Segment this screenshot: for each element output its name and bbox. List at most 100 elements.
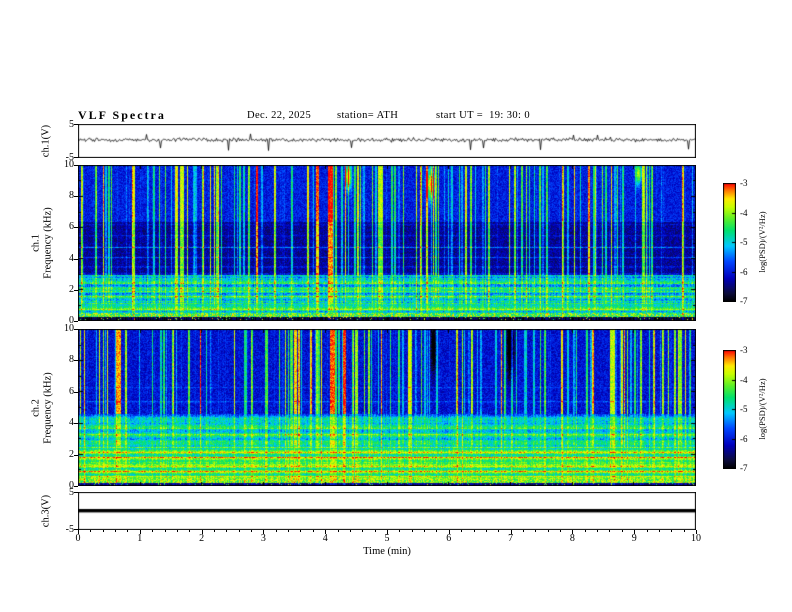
ch1-spec-channel-label: ch.1	[30, 234, 42, 252]
time-major-tick	[510, 530, 512, 534]
time-tick-label: 0	[75, 533, 81, 544]
time-minor-tick	[361, 530, 363, 532]
time-minor-tick	[164, 530, 166, 532]
figure-title: VLF Spectra	[78, 108, 166, 122]
time-minor-tick	[411, 530, 413, 532]
time-minor-tick	[658, 530, 660, 532]
time-minor-tick	[497, 530, 499, 532]
freq-tick-label-ch2: 4	[69, 417, 74, 429]
freq-tick-ch1	[74, 164, 78, 166]
colorbar1-tick-label: -4	[740, 207, 748, 218]
time-minor-tick	[275, 530, 277, 532]
time-major-tick	[633, 530, 635, 534]
freq-tick-ch2	[74, 422, 78, 424]
freq-tick-label-ch1: 8	[69, 190, 74, 202]
time-minor-tick	[126, 530, 128, 532]
freq-tick-label-ch1: 4	[69, 252, 74, 264]
colorbar2-tick-label: -3	[740, 345, 748, 355]
voltage-top-tick-ch3	[74, 492, 78, 493]
time-minor-tick	[349, 530, 351, 532]
ch2-spec-channel-label: ch.2	[30, 399, 42, 417]
time-minor-tick	[287, 530, 289, 532]
ch2-frequency-axis-label: Frequency (kHz)	[42, 372, 54, 444]
time-minor-tick	[596, 530, 598, 532]
time-minor-tick	[250, 530, 252, 532]
time-tick-label: 5	[384, 533, 390, 544]
time-minor-tick	[473, 530, 475, 532]
time-tick-label: 7	[508, 533, 514, 544]
freq-tick-label-ch2: 8	[69, 354, 74, 366]
colorbar2-tick-label: -4	[740, 374, 748, 385]
time-minor-tick	[312, 530, 314, 532]
time-major-tick	[139, 530, 141, 534]
colorbar2-tick-label: -7	[740, 463, 748, 473]
time-axis-label: Time (min)	[363, 546, 411, 557]
time-tick-label: 2	[199, 533, 205, 544]
time-minor-tick	[337, 530, 339, 532]
time-tick-label: 9	[631, 533, 637, 544]
freq-tick-label-ch2: 2	[69, 448, 74, 460]
voltage-top-tick-label-ch3: 5	[69, 487, 74, 498]
ch1-frequency-axis-label: Frequency (kHz)	[42, 207, 54, 279]
time-major-tick	[201, 530, 203, 534]
colorbar2-tick-label: -6	[740, 433, 748, 444]
colorbar1-tick-label: -7	[740, 296, 748, 306]
time-minor-tick	[423, 530, 425, 532]
time-minor-tick	[608, 530, 610, 532]
time-tick-label: 8	[569, 533, 575, 544]
vlf-spectra-figure: VLF Spectra Dec. 22, 2025 station= ATH s…	[0, 0, 792, 612]
time-minor-tick	[299, 530, 301, 532]
time-minor-tick	[584, 530, 586, 532]
time-minor-tick	[522, 530, 524, 532]
time-minor-tick	[102, 530, 104, 532]
freq-tick-ch1	[74, 195, 78, 197]
freq-tick-ch2	[74, 359, 78, 361]
freq-tick-label-ch2: 6	[69, 385, 74, 397]
time-tick-label: 4	[322, 533, 328, 544]
freq-tick-ch1	[74, 320, 78, 322]
time-tick-label: 6	[446, 533, 452, 544]
ch1-spectrogram-canvas	[78, 165, 696, 321]
time-minor-tick	[89, 530, 91, 532]
time-minor-tick	[485, 530, 487, 532]
time-minor-tick	[114, 530, 116, 532]
freq-tick-ch2	[74, 454, 78, 456]
colorbar2-tick-label: -5	[740, 404, 748, 414]
header-start-ut: start UT = 19: 30: 0	[436, 110, 531, 121]
time-major-tick	[386, 530, 388, 534]
time-major-tick	[571, 530, 573, 534]
header-date: Dec. 22, 2025	[247, 110, 312, 121]
freq-tick-label-ch2: 10	[64, 323, 74, 334]
header-station: station= ATH	[337, 110, 399, 121]
time-minor-tick	[547, 530, 549, 532]
voltage-bottom-tick-label-ch1: -5	[65, 152, 74, 163]
voltage-top-tick-label-ch1: 5	[69, 119, 74, 130]
time-minor-tick	[670, 530, 672, 532]
freq-tick-ch1	[74, 226, 78, 228]
time-major-tick	[324, 530, 326, 534]
freq-tick-ch1	[74, 289, 78, 291]
time-minor-tick	[559, 530, 561, 532]
time-minor-tick	[374, 530, 376, 532]
freq-tick-label-ch1: 2	[69, 283, 74, 295]
ch3-waveform-canvas	[78, 492, 696, 530]
time-minor-tick	[225, 530, 227, 532]
ch2-colorbar	[723, 350, 736, 469]
time-minor-tick	[151, 530, 153, 532]
time-minor-tick	[460, 530, 462, 532]
colorbar1-tick-label: -6	[740, 266, 748, 277]
colorbar1-tick-label: -5	[740, 237, 748, 247]
time-tick-label: 10	[691, 533, 701, 544]
colorbar2-axis-label: log(PSD)/(V²/Hz)	[757, 378, 767, 440]
time-tick-label: 3	[260, 533, 266, 544]
time-minor-tick	[176, 530, 178, 532]
time-minor-tick	[646, 530, 648, 532]
freq-tick-ch2	[74, 328, 78, 330]
time-major-tick	[448, 530, 450, 534]
ch1-voltage-axis-label: ch.1(V)	[40, 124, 52, 158]
freq-tick-label-ch1: 6	[69, 221, 74, 233]
time-minor-tick	[188, 530, 190, 532]
time-minor-tick	[398, 530, 400, 532]
time-minor-tick	[435, 530, 437, 532]
freq-tick-ch2	[74, 485, 78, 487]
